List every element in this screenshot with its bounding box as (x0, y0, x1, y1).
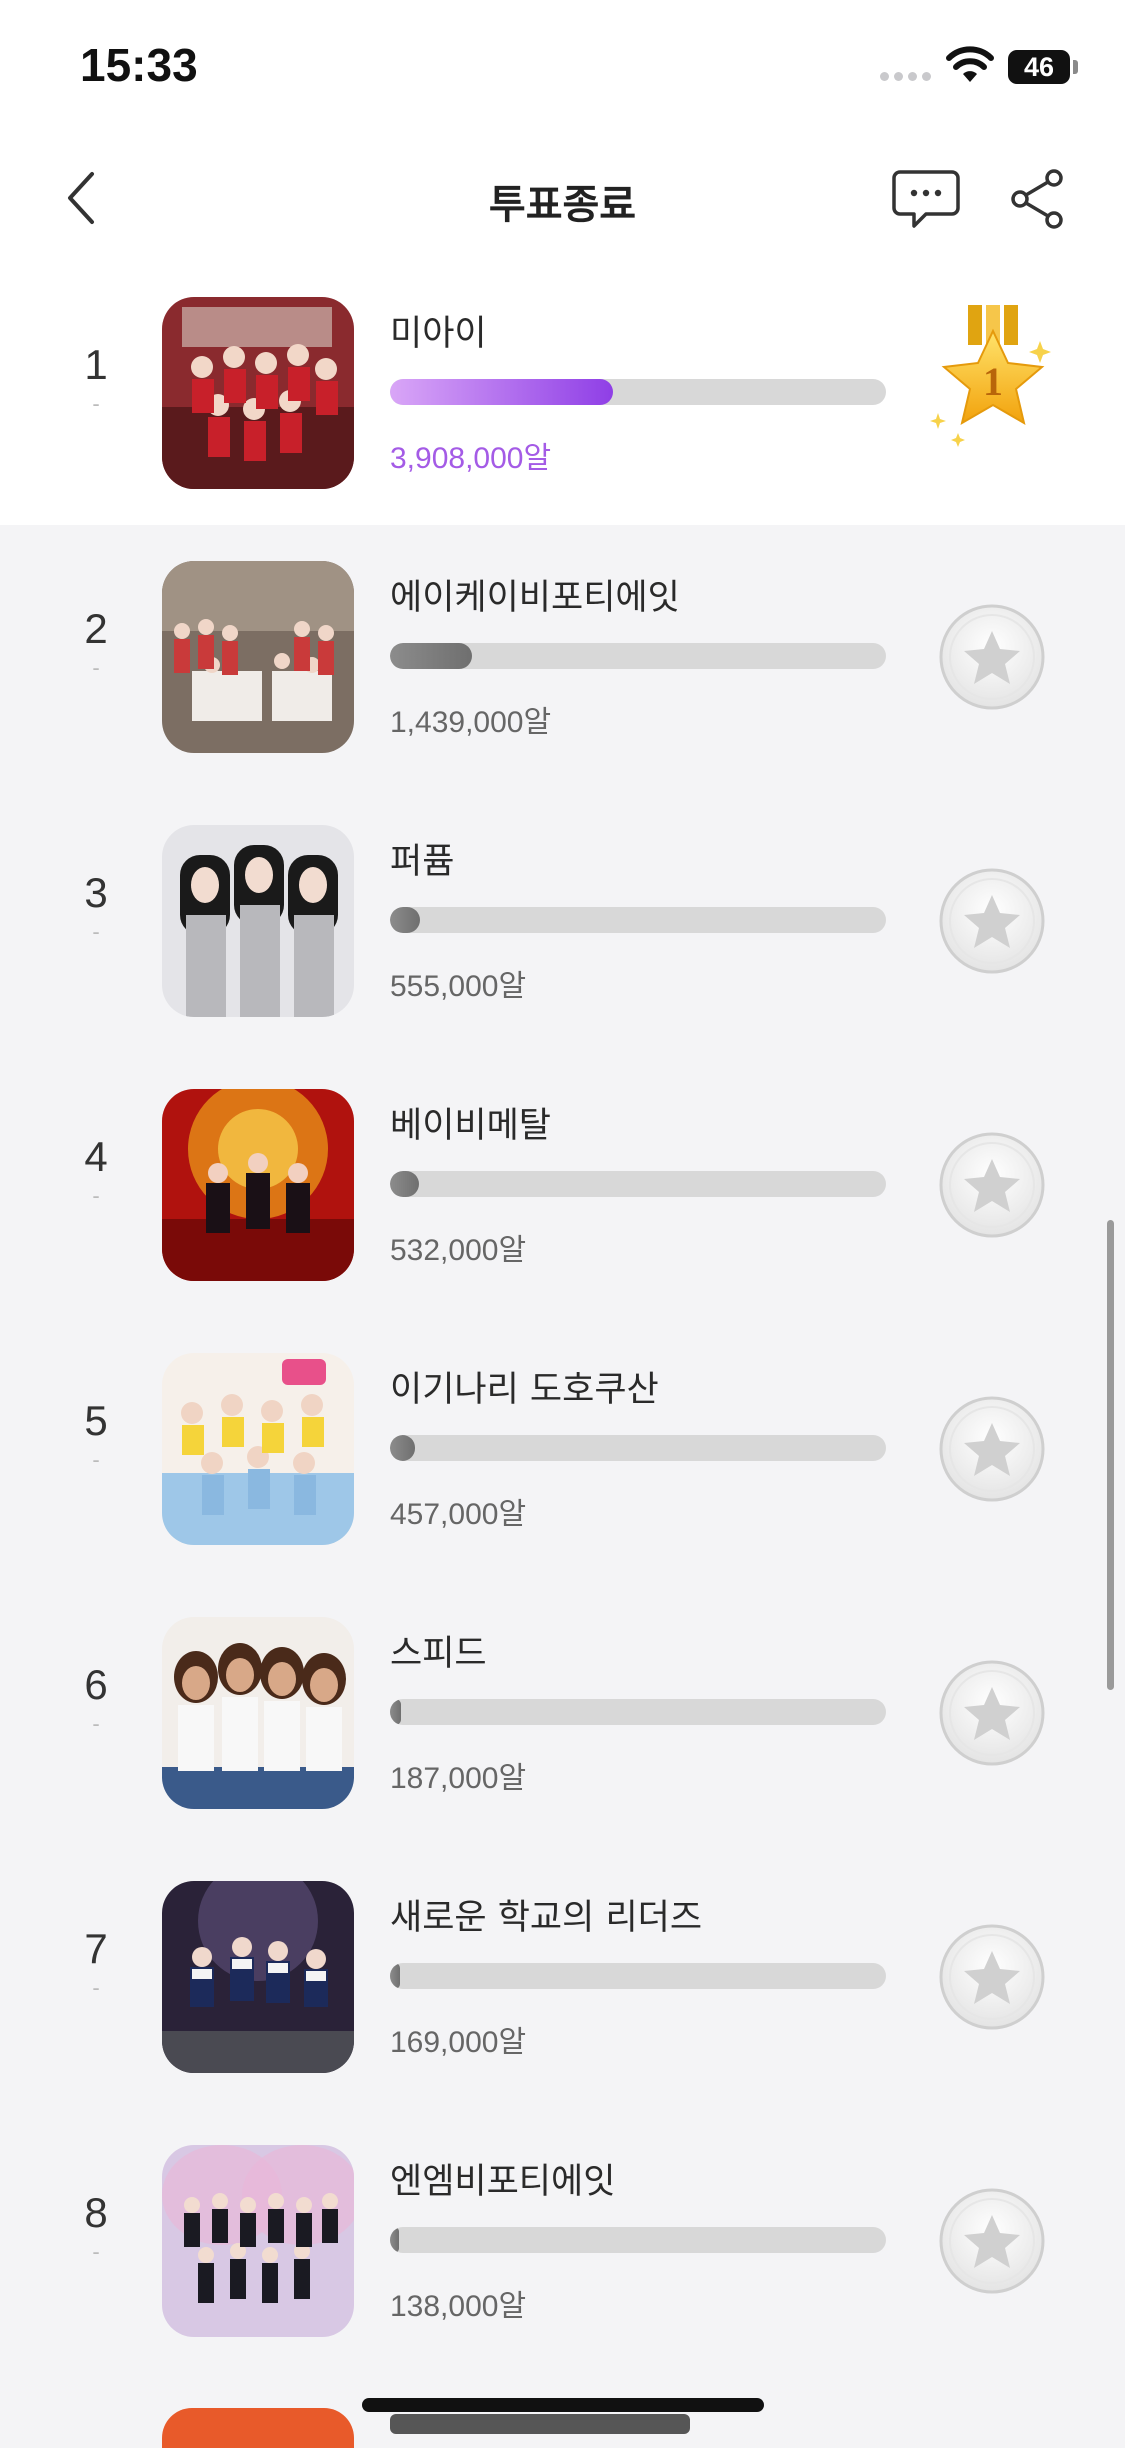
group-name: 이기나리 도호쿠산 (390, 1370, 659, 1410)
group-name: 미아이 (390, 314, 487, 354)
vote-count: 169,000알 (390, 2026, 527, 2059)
medal-rank-text: 1 (983, 359, 1003, 404)
group-name: 새로운 학교의 리더즈 (390, 1898, 703, 1938)
vote-progress-fill (390, 1435, 415, 1461)
rank-number: 8 (84, 2189, 108, 2236)
vote-count: 1,439,000알 (390, 706, 552, 739)
group-name-partial (390, 2414, 690, 2434)
group-name: 엔엠비포티에잇 (390, 2162, 616, 2202)
vote-progress-fill (390, 379, 614, 405)
rank-change: - (92, 391, 100, 416)
rank-number: 6 (84, 1661, 108, 1708)
group-photo (162, 1089, 354, 1281)
cellular-signal-icon (880, 66, 936, 81)
list-item[interactable]: 2 - 에이케이비포티에잇 1,439,000알 (0, 525, 1125, 789)
rank-number: 4 (84, 1133, 108, 1180)
vote-progress-bar (390, 1699, 886, 1725)
rank-change: - (92, 919, 100, 944)
home-indicator[interactable] (362, 2398, 764, 2412)
scrollbar[interactable] (1107, 1220, 1114, 1690)
list-item[interactable]: 8 - 엔엠비포티에잇 138,000알 (0, 2109, 1125, 2373)
list-item[interactable]: 5 - 이기나리 도호쿠산 457,000알 (0, 1317, 1125, 1581)
list-item[interactable]: 6 - 스피드 187,000알 (0, 1581, 1125, 1845)
vote-progress-bar (390, 2227, 886, 2253)
vote-progress-bar (390, 379, 886, 405)
group-photo (162, 1353, 354, 1545)
vote-count: 187,000알 (390, 1762, 527, 1795)
group-name: 스피드 (390, 1634, 487, 1674)
vote-count: 3,908,000알 (390, 442, 552, 475)
vote-progress-bar (390, 1435, 886, 1461)
list-item[interactable]: 7 - 새로운 학교의 리더즈 169,000알 (0, 1845, 1125, 2109)
rank-number: 3 (84, 869, 108, 916)
rank-number: 1 (84, 341, 108, 388)
list-item[interactable]: 3 - 퍼퓸 555,000알 (0, 789, 1125, 1053)
vote-progress-fill (390, 1963, 400, 1989)
battery-cap-icon (1073, 60, 1078, 74)
vote-progress-fill (390, 643, 472, 669)
group-photo (162, 1881, 354, 2073)
vote-progress-fill (390, 907, 420, 933)
rank-number: 5 (84, 1397, 108, 1444)
list-item[interactable]: 4 - 베이비메탈 532,000알 (0, 1053, 1125, 1317)
group-photo (162, 561, 354, 753)
vote-progress-fill (390, 2227, 399, 2253)
star-vote-icon[interactable] (938, 1923, 1046, 2031)
nav-header: 투표종료 (0, 150, 1125, 250)
comment-icon[interactable] (892, 168, 960, 230)
group-photo (162, 2145, 354, 2337)
status-bar: 15:33 46 (0, 0, 1125, 130)
vote-progress-bar (390, 1171, 886, 1197)
gold-medal-icon: 1 (930, 305, 1051, 447)
group-photo (162, 825, 354, 1017)
rank-number: 7 (84, 1925, 108, 1972)
rank-change: - (92, 1711, 100, 1736)
vote-count: 138,000알 (390, 2290, 527, 2323)
group-name: 에이케이비포티에잇 (390, 578, 680, 618)
vote-count: 457,000알 (390, 1498, 527, 1531)
rank-change: - (92, 2239, 100, 2264)
group-photo (162, 1617, 354, 1809)
rank-change: - (92, 655, 100, 680)
wifi-icon (946, 46, 994, 82)
rank-change: - (92, 1447, 100, 1472)
star-vote-icon[interactable] (938, 2187, 1046, 2295)
star-vote-icon[interactable] (938, 867, 1046, 975)
vote-count: 532,000알 (390, 1234, 527, 1267)
star-vote-icon[interactable] (938, 1131, 1046, 1239)
rank-number: 2 (84, 605, 108, 652)
vote-progress-bar (390, 643, 886, 669)
vote-progress-bar (390, 907, 886, 933)
vote-progress-bar (390, 1963, 886, 1989)
status-time: 15:33 (80, 39, 198, 91)
star-vote-icon[interactable] (938, 1395, 1046, 1503)
vote-progress-fill (390, 1699, 401, 1725)
list-item[interactable]: 1 - 미아이 3,908,000알 1 (0, 261, 1125, 525)
star-vote-icon[interactable] (938, 1659, 1046, 1767)
group-photo-partial (162, 2408, 354, 2448)
rank-change: - (92, 1975, 100, 2000)
vote-progress-fill (390, 1171, 419, 1197)
battery-indicator: 46 (1008, 50, 1070, 84)
star-vote-icon[interactable] (938, 603, 1046, 711)
group-name: 베이비메탈 (390, 1106, 552, 1146)
vote-count: 555,000알 (390, 970, 527, 1003)
rank-change: - (92, 1183, 100, 1208)
share-icon[interactable] (1008, 168, 1068, 230)
group-photo (162, 297, 354, 489)
group-name: 퍼퓸 (390, 842, 455, 882)
